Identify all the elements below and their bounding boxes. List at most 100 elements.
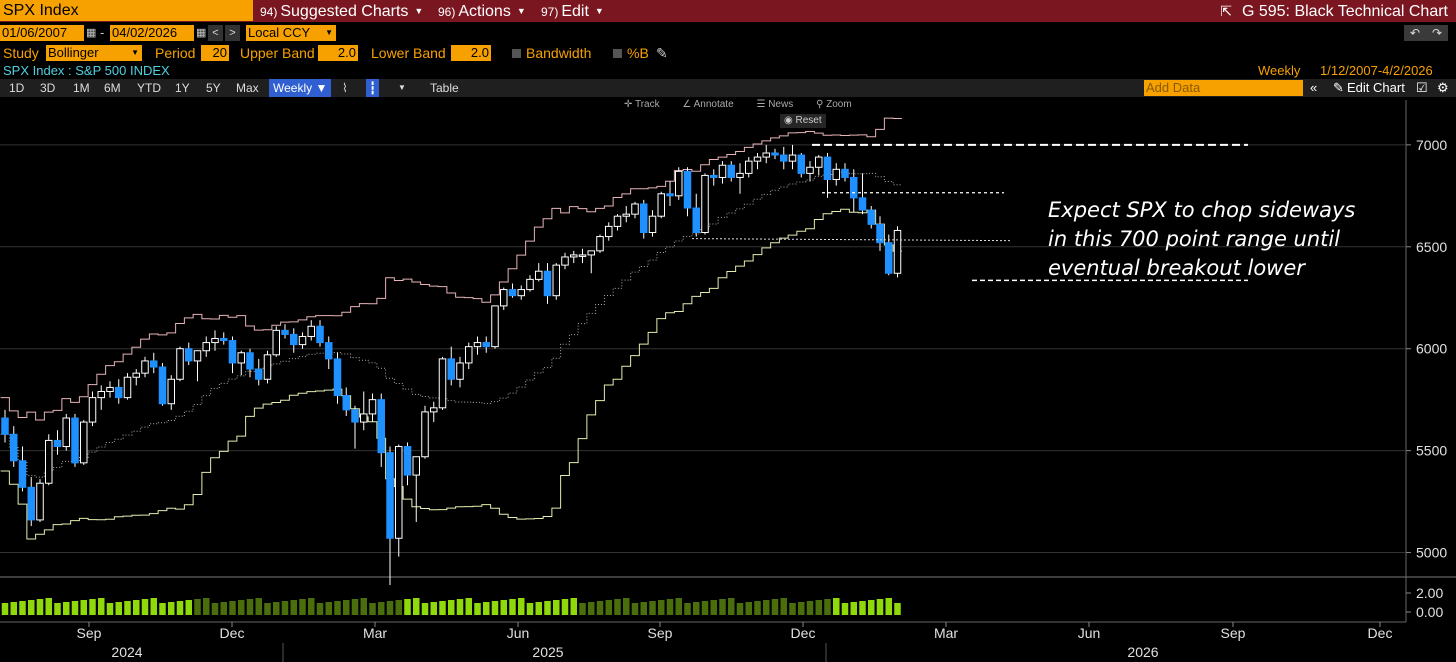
candle-up xyxy=(736,172,744,178)
candle-down xyxy=(666,193,674,197)
sub-panel-bar xyxy=(343,600,350,615)
annotation-line: in this 700 point range until xyxy=(1048,227,1341,251)
sub-panel-bar xyxy=(798,602,805,615)
sub-panel-bar xyxy=(763,600,770,615)
sub-panel-bar xyxy=(63,602,70,615)
candle-up xyxy=(123,376,132,399)
candle-up xyxy=(263,354,272,380)
sub-panel-bar xyxy=(509,599,516,615)
candle-down xyxy=(543,270,552,297)
sub-panel-bar xyxy=(98,598,105,615)
sub-panel-bar xyxy=(19,601,26,615)
sub-y-tick-label: 2.00 xyxy=(1416,585,1443,601)
sub-panel-bar xyxy=(579,603,586,615)
candle-up xyxy=(456,362,464,380)
candle-up xyxy=(832,168,840,181)
sub-panel-bar xyxy=(631,603,639,615)
sub-panel-bar xyxy=(614,599,621,615)
candle-up xyxy=(88,397,97,423)
x-year-label: 2024 xyxy=(111,644,142,660)
candle-up xyxy=(202,342,210,352)
middle-bollinger-band xyxy=(0,171,902,478)
sub-panel-bar xyxy=(448,600,455,615)
sub-panel-bar xyxy=(115,602,122,615)
sub-panel-bar xyxy=(413,598,420,615)
candle-up xyxy=(517,289,525,297)
candle-down xyxy=(246,352,254,370)
sub-panel-bar xyxy=(710,600,717,615)
candle-down xyxy=(255,368,263,380)
candle-up xyxy=(132,372,140,378)
candle-down xyxy=(377,399,385,454)
sub-panel-bar xyxy=(246,599,254,615)
sub-panel-bar xyxy=(430,602,437,615)
candle-up xyxy=(578,254,587,257)
candle-up xyxy=(97,391,105,399)
candle-up xyxy=(395,446,403,539)
sub-panel-bar xyxy=(736,603,744,615)
candle-up xyxy=(561,256,569,266)
sub-panel-bar xyxy=(666,599,674,615)
candle-up xyxy=(36,482,44,521)
x-tick-label: Mar xyxy=(363,625,387,641)
sub-panel-bar xyxy=(54,603,61,615)
candle-down xyxy=(727,164,735,178)
candle-up xyxy=(622,213,630,217)
candle-up xyxy=(430,407,438,413)
sub-panel-bar xyxy=(789,603,796,615)
y-tick-label: 6500 xyxy=(1416,239,1447,255)
y-tick-label: 5500 xyxy=(1416,443,1447,459)
sub-panel-bar xyxy=(404,599,411,615)
sub-panel-bar xyxy=(754,601,761,615)
x-tick-label: Mar xyxy=(934,625,958,641)
candle-down xyxy=(771,152,779,156)
candle-up xyxy=(806,166,814,174)
sub-panel-bar xyxy=(10,602,17,615)
candle-up xyxy=(648,215,657,233)
sub-panel-bar xyxy=(535,602,542,615)
candle-up xyxy=(893,229,902,274)
sub-panel-bar xyxy=(675,598,682,615)
candle-up xyxy=(298,335,307,346)
sub-panel-bar xyxy=(719,599,726,615)
sub-panel-bar xyxy=(150,598,157,615)
sub-panel-bar xyxy=(1,603,9,615)
x-tick-label: Sep xyxy=(77,625,102,641)
candle-up xyxy=(718,164,727,178)
candle-up xyxy=(815,156,823,168)
candle-up xyxy=(701,174,709,234)
candle-down xyxy=(71,417,79,464)
sub-panel-bar xyxy=(623,598,630,615)
sub-panel-bar xyxy=(824,599,831,615)
candle-down xyxy=(841,168,849,178)
sub-panel-bar xyxy=(483,602,490,615)
sub-panel-bar xyxy=(465,598,472,615)
candle-down xyxy=(1,417,9,435)
candle-up xyxy=(307,325,315,337)
sub-panel-bar xyxy=(649,601,656,615)
sub-panel-bar xyxy=(815,600,822,615)
sub-panel-bar xyxy=(133,600,140,615)
sub-panel-bar xyxy=(71,601,79,615)
candle-up xyxy=(613,215,622,227)
candle-down xyxy=(403,446,412,476)
sub-panel-bar xyxy=(124,601,131,615)
candle-up xyxy=(176,348,184,380)
candle-up xyxy=(500,289,508,307)
y-tick-label: 7000 xyxy=(1416,137,1447,153)
sub-y-tick-label: 0.00 xyxy=(1416,604,1443,620)
candle-down xyxy=(158,366,167,405)
sub-panel-bar xyxy=(386,601,394,615)
sub-panel-bar xyxy=(596,601,604,615)
y-tick-label: 5000 xyxy=(1416,545,1447,561)
candle-down xyxy=(185,348,193,362)
candle-up xyxy=(473,342,482,348)
sub-panel-bar xyxy=(159,603,166,615)
sub-panel-bar xyxy=(658,600,665,615)
candle-down xyxy=(823,156,832,180)
sub-panel-bar xyxy=(45,598,52,615)
x-tick-label: Sep xyxy=(1221,625,1246,641)
price-chart[interactable]: 5000 5500 6000 6500 7000 2.00 0.00 Sep Dec Mar Jun… xyxy=(0,0,1456,662)
candle-down xyxy=(150,360,158,368)
candle-up xyxy=(360,413,368,423)
